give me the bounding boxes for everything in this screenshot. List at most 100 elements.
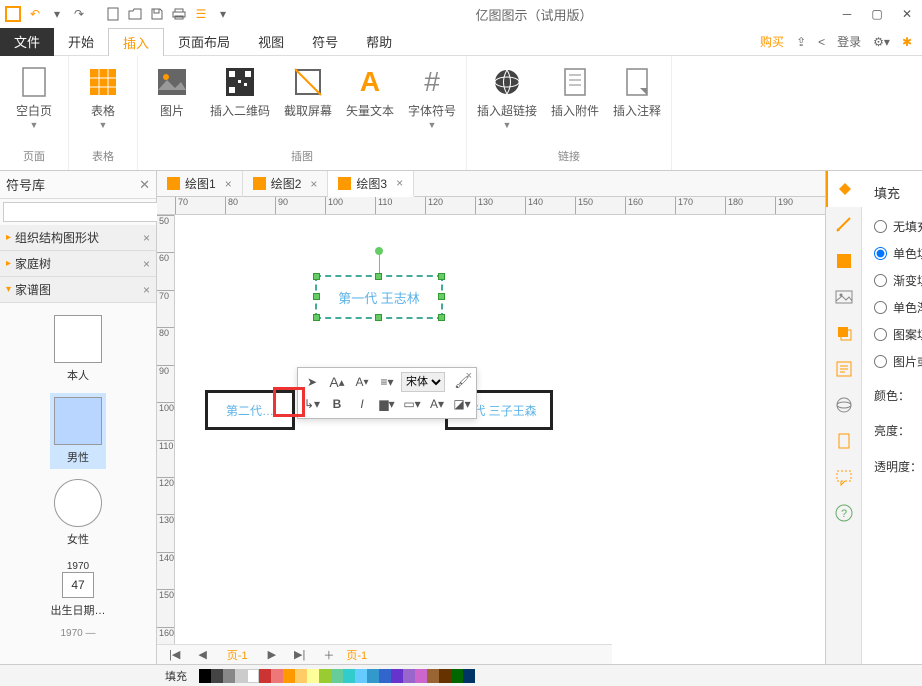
ribbon-font-symbol[interactable]: # 字体符号 ▼ [408, 64, 456, 130]
layer-tab-icon[interactable] [826, 315, 862, 351]
tab-close-icon[interactable]: × [310, 177, 317, 191]
fill-texture[interactable]: 图片或纹理填充 [874, 353, 922, 370]
page-tab[interactable]: 页-1 [219, 647, 256, 663]
resize-handle[interactable] [313, 293, 320, 300]
options-dropdown[interactable]: ▾ [214, 5, 232, 23]
doc-tab-1[interactable]: 绘图1× [157, 171, 243, 197]
ribbon-vector-text[interactable]: A 矢量文本 [346, 64, 394, 119]
link-tab-icon[interactable] [826, 387, 862, 423]
open-icon[interactable] [126, 5, 144, 23]
ribbon-blank-page[interactable]: 空白页 ▼ [10, 64, 58, 130]
page-prev-icon[interactable]: ◀ [192, 648, 212, 661]
line-color-icon[interactable]: ▭▾ [401, 393, 423, 415]
resize-handle[interactable] [438, 314, 445, 321]
export-icon[interactable]: ⇪ [796, 35, 806, 49]
fill-color-icon[interactable]: ▆▾ [376, 393, 398, 415]
menu-layout[interactable]: 页面布局 [164, 28, 244, 56]
ribbon-picture[interactable]: 图片 [148, 64, 196, 119]
page-first-icon[interactable]: |◀ [163, 648, 186, 661]
close-panel-icon[interactable]: ✕ [139, 177, 150, 193]
resize-handle[interactable] [375, 314, 382, 321]
resize-handle[interactable] [375, 273, 382, 280]
redo-icon[interactable]: ↷ [70, 5, 88, 23]
menu-insert[interactable]: 插入 [108, 28, 164, 56]
undo-dropdown[interactable]: ▾ [48, 5, 66, 23]
shape-box-1[interactable]: 第二代… [205, 390, 295, 430]
sheet-name[interactable]: 页-1 [346, 647, 367, 663]
menu-view[interactable]: 视图 [244, 28, 298, 56]
font-family-select[interactable]: 宋体 [401, 372, 445, 392]
shape-female[interactable]: 女性 [50, 475, 106, 551]
line-tab-icon[interactable] [826, 207, 862, 243]
font-decrease-icon[interactable]: A▾ [351, 371, 373, 393]
fill-gradient[interactable]: 渐变填充 [874, 272, 922, 289]
resize-handle[interactable] [438, 293, 445, 300]
floating-close-icon[interactable]: × [466, 370, 472, 382]
print-icon[interactable] [170, 5, 188, 23]
page-add-icon[interactable]: ＋ [317, 647, 340, 663]
section-close-icon[interactable]: × [143, 257, 150, 271]
fill-none[interactable]: 无填充 [874, 218, 922, 235]
attach-tab-icon[interactable] [826, 423, 862, 459]
login-link[interactable]: 登录 [837, 33, 861, 50]
fill-pattern[interactable]: 图案填充 [874, 326, 922, 343]
section-close-icon[interactable]: × [143, 283, 150, 297]
rotate-handle[interactable] [375, 247, 383, 255]
share-icon[interactable]: < [818, 35, 825, 49]
doc-tab-2[interactable]: 绘图2× [243, 171, 329, 197]
menu-symbol[interactable]: 符号 [298, 28, 352, 56]
resize-handle[interactable] [438, 273, 445, 280]
shape-birthdate[interactable]: 1970 47 出生日期… [47, 557, 110, 622]
maximize-button[interactable]: ▢ [866, 3, 888, 25]
resize-handle[interactable] [313, 273, 320, 280]
shape-male[interactable]: 男性 [50, 393, 106, 469]
ribbon-attachment[interactable]: 插入附件 [551, 64, 599, 119]
tab-close-icon[interactable]: × [225, 177, 232, 191]
help-tab-icon[interactable]: ? [826, 495, 862, 531]
pointer-icon[interactable]: ➤ [301, 371, 323, 393]
fill-solid[interactable]: 单色填充 [874, 245, 922, 262]
bold-icon[interactable]: B [326, 393, 348, 415]
italic-icon[interactable]: I [351, 393, 373, 415]
ribbon-note[interactable]: 插入注释 [613, 64, 661, 119]
ribbon-table[interactable]: 表格 ▼ [79, 64, 127, 130]
color-palette[interactable] [199, 669, 475, 683]
new-icon[interactable] [104, 5, 122, 23]
undo-icon[interactable]: ↶ [26, 5, 44, 23]
menu-help[interactable]: 帮助 [352, 28, 406, 56]
text-tab-icon[interactable] [826, 351, 862, 387]
canvas[interactable]: 第一代 王志林 第二代… …代 三子王森 × ➤ [175, 215, 825, 664]
page-next-icon[interactable]: ▶ [262, 648, 282, 661]
ribbon-screenshot[interactable]: 截取屏幕 [284, 64, 332, 119]
menu-file[interactable]: 文件 [0, 28, 54, 56]
lib-section-genealogy[interactable]: ▾ 家谱图 × [0, 277, 156, 303]
lib-section-family[interactable]: ▸ 家庭树 × [0, 251, 156, 277]
menu-start[interactable]: 开始 [54, 28, 108, 56]
resize-handle[interactable] [313, 314, 320, 321]
shape-self[interactable]: 本人 [50, 311, 106, 387]
shadow-tab-icon[interactable] [826, 243, 862, 279]
save-icon[interactable] [148, 5, 166, 23]
connector-icon[interactable]: ↳▾ [301, 393, 323, 415]
settings-icon[interactable]: ⚙▾ [873, 35, 890, 49]
close-button[interactable]: ✕ [896, 3, 918, 25]
fill-tab-icon[interactable] [826, 171, 862, 207]
tab-close-icon[interactable]: × [396, 176, 403, 190]
font-increase-icon[interactable]: A▴ [326, 371, 348, 393]
page-last-icon[interactable]: ▶| [288, 648, 311, 661]
shadow-icon[interactable]: ◪▾ [451, 393, 473, 415]
selected-shape[interactable]: 第一代 王志林 [315, 275, 443, 319]
ribbon-hyperlink[interactable]: 插入超链接 ▼ [477, 64, 537, 130]
align-icon[interactable]: ≡▾ [376, 371, 398, 393]
fill-monograd[interactable]: 单色渐变填充 [874, 299, 922, 316]
doc-tab-3[interactable]: 绘图3× [328, 171, 414, 197]
buy-link[interactable]: 购买 [760, 33, 784, 50]
options-icon[interactable]: ☰ [192, 5, 210, 23]
comment-tab-icon[interactable] [826, 459, 862, 495]
section-close-icon[interactable]: × [143, 231, 150, 245]
lib-section-org[interactable]: ▸ 组织结构图形状 × [0, 225, 156, 251]
picture-tab-icon[interactable] [826, 279, 862, 315]
minimize-button[interactable]: ─ [836, 3, 858, 25]
ribbon-qrcode[interactable]: 插入二维码 [210, 64, 270, 119]
font-color-icon[interactable]: A▾ [426, 393, 448, 415]
